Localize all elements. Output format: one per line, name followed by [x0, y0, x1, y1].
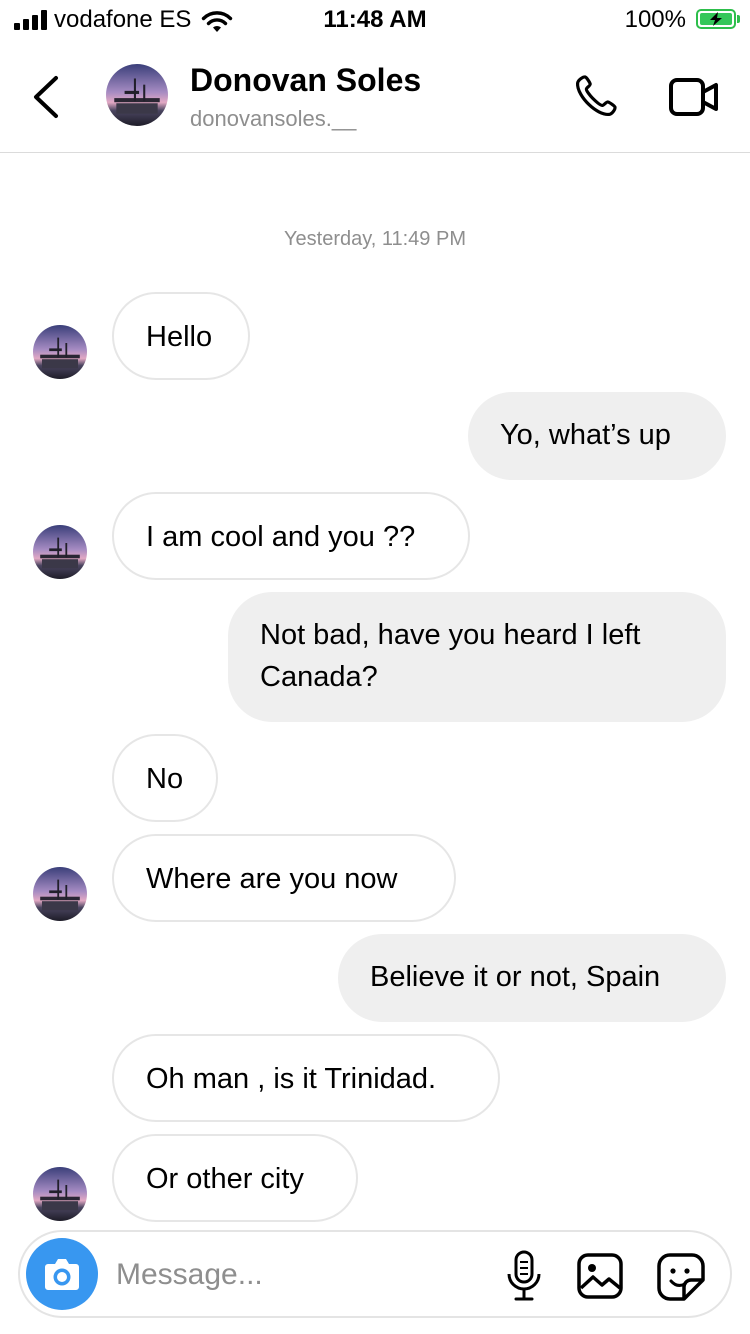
contact-name[interactable]: Donovan Soles [190, 62, 421, 99]
camera-button[interactable] [26, 1238, 98, 1310]
incoming-message[interactable]: I am cool and you ?? [112, 492, 470, 580]
sticker-icon[interactable] [656, 1252, 706, 1302]
incoming-message[interactable]: Oh man , is it Trinidad. [112, 1034, 500, 1122]
outgoing-message[interactable]: Not bad, have you heard I left Canada? [228, 592, 726, 722]
gallery-icon[interactable] [576, 1252, 624, 1300]
contact-avatar[interactable] [106, 64, 168, 126]
message-composer [18, 1230, 732, 1318]
sender-avatar[interactable] [33, 867, 87, 921]
incoming-message[interactable]: Or other city [112, 1134, 358, 1222]
conversation-timestamp: Yesterday, 11:49 PM [284, 228, 466, 250]
camera-icon [45, 1259, 79, 1290]
sender-avatar[interactable] [33, 325, 87, 379]
outgoing-message[interactable]: Believe it or not, Spain [338, 934, 726, 1022]
incoming-message[interactable]: Hello [112, 292, 250, 380]
phone-call-icon[interactable] [572, 72, 620, 120]
contact-username[interactable]: donovansoles.__ [190, 106, 356, 132]
battery-percentage: 100% [624, 6, 686, 33]
video-call-icon[interactable] [668, 76, 720, 118]
incoming-message[interactable]: No [112, 734, 218, 822]
chat-header: Donovan Soles donovansoles.__ [0, 42, 750, 153]
microphone-icon[interactable] [504, 1250, 544, 1302]
battery-nub [737, 15, 740, 23]
back-arrow-icon[interactable] [28, 74, 64, 120]
battery-icon [696, 9, 736, 29]
sender-avatar[interactable] [33, 525, 87, 579]
message-input[interactable] [114, 1250, 498, 1300]
status-bar: vodafone ES 11:48 AM 100% [0, 0, 750, 42]
incoming-message[interactable]: Where are you now [112, 834, 456, 922]
outgoing-message[interactable]: Yo, what’s up [468, 392, 726, 480]
sender-avatar[interactable] [33, 1167, 87, 1221]
